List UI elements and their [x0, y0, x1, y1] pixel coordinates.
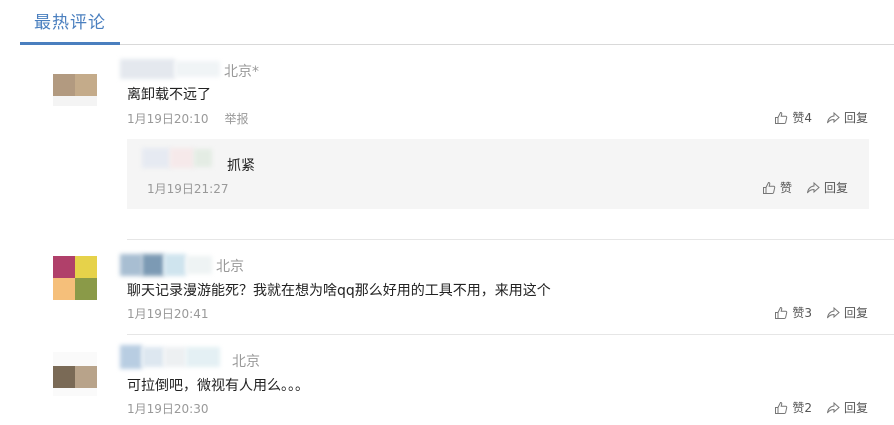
thumbs-up-icon [775, 401, 788, 414]
username-blurred[interactable] [120, 59, 222, 79]
like-button[interactable]: 赞2 [774, 399, 812, 416]
like-count: 赞4 [792, 111, 812, 125]
thumbs-up-icon [775, 306, 788, 319]
share-arrow-icon [826, 306, 840, 318]
comment-meta: 1月19日20:41 [127, 305, 209, 322]
share-arrow-icon [806, 181, 820, 193]
like-button[interactable]: 赞 [762, 179, 792, 196]
share-arrow-icon [826, 111, 840, 123]
report-link[interactable]: 举报 [225, 112, 249, 126]
reply-time: 1月19日21:27 [147, 182, 229, 196]
thumbs-up-icon [762, 181, 776, 194]
reply-username-blurred[interactable] [142, 148, 212, 168]
tab-divider [20, 44, 894, 45]
reply-meta: 1月19日21:27 [147, 180, 229, 197]
comment-divider [127, 239, 894, 240]
reply-label: 回复 [843, 401, 868, 415]
reply-actions: 赞 回复 [762, 179, 848, 196]
reply-label: 回复 [843, 111, 868, 125]
comment-time: 1月19日20:10 [127, 112, 209, 126]
like-button[interactable]: 赞4 [774, 109, 812, 126]
username-blurred[interactable] [120, 345, 224, 369]
tab-hot-comments[interactable]: 最热评论 [34, 8, 106, 33]
comment-text: 聊天记录漫游能死？我就在想为啥qq那么好用的工具不用，来用这个 [127, 283, 551, 299]
reply-button[interactable]: 回复 [806, 179, 848, 196]
comment-meta: 1月19日20:10 举报 [127, 110, 249, 127]
avatar[interactable] [53, 352, 97, 396]
like-label: 赞 [779, 181, 792, 195]
comment-actions: 赞3 回复 [774, 304, 868, 321]
share-arrow-icon [826, 401, 840, 413]
thumbs-up-icon [775, 111, 788, 124]
reply-thread: 抓紧 1月19日21:27 赞 回复 [127, 139, 869, 209]
user-location: 北京 [232, 354, 260, 370]
like-count: 赞2 [792, 401, 812, 415]
reply-text: 抓紧 [227, 158, 255, 174]
comment-actions: 赞4 回复 [774, 109, 868, 126]
reply-label: 回复 [823, 181, 848, 195]
reply-button[interactable]: 回复 [826, 399, 868, 416]
reply-button[interactable]: 回复 [826, 304, 868, 321]
active-tab-indicator [20, 42, 120, 45]
comment-divider [127, 334, 894, 335]
comment-meta: 1月19日20:30 [127, 400, 209, 417]
reply-button[interactable]: 回复 [826, 109, 868, 126]
comment-actions: 赞2 回复 [774, 399, 868, 416]
comment-text: 可拉倒吧，微视有人用么。。。 [127, 378, 309, 394]
comment-time: 1月19日20:30 [127, 402, 209, 416]
like-button[interactable]: 赞3 [774, 304, 812, 321]
comment-time: 1月19日20:41 [127, 307, 209, 321]
avatar[interactable] [53, 62, 97, 106]
comment-tabs: 最热评论 [0, 0, 894, 45]
avatar[interactable] [53, 256, 97, 300]
like-count: 赞3 [792, 306, 812, 320]
username-blurred[interactable] [120, 254, 214, 276]
user-location: 北京 [216, 259, 244, 275]
user-location: 北京* [224, 64, 259, 80]
comment-text: 离卸载不远了 [127, 87, 211, 103]
reply-label: 回复 [843, 306, 868, 320]
